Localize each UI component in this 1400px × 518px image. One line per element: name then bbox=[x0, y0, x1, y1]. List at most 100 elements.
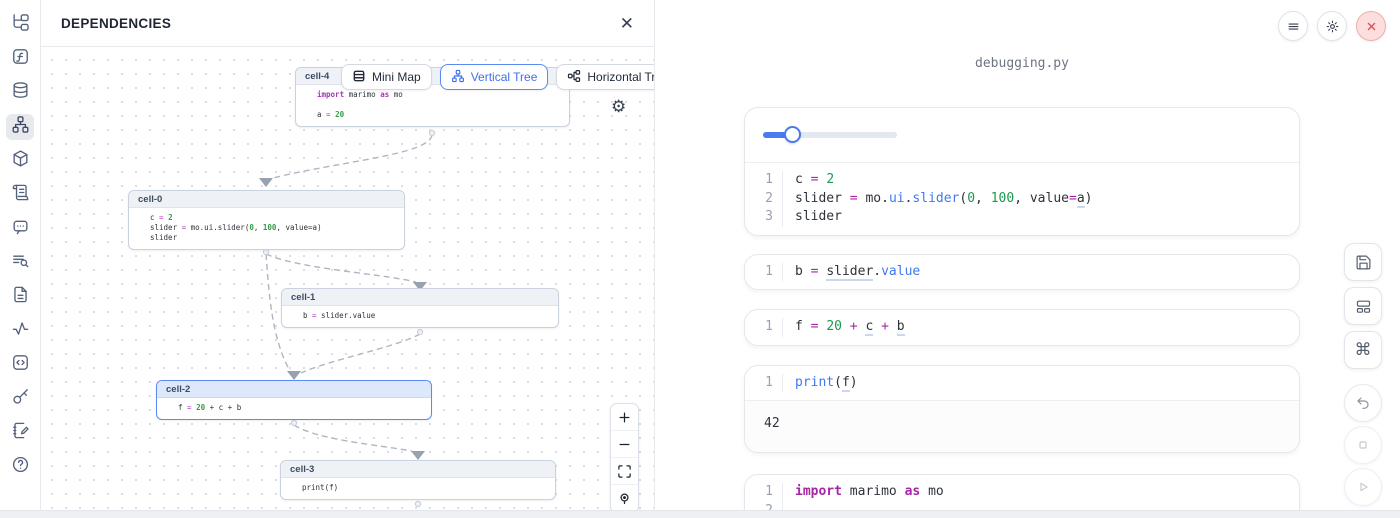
code-token: , value bbox=[1014, 191, 1069, 206]
code-editor[interactable]: 1c = 22slider = mo.ui.slider(0, 100, val… bbox=[745, 163, 1299, 235]
code-line: f = 20 + c + b bbox=[783, 318, 1299, 337]
code-token: slider bbox=[150, 223, 182, 232]
close-panel-icon[interactable]: ✕ bbox=[620, 15, 634, 32]
chat-bubble-icon bbox=[11, 217, 30, 241]
code-token: mo bbox=[858, 191, 881, 206]
document-icon bbox=[11, 285, 30, 309]
cell-b[interactable]: 1b = slider.value bbox=[744, 254, 1300, 291]
sidebar-item-documentation[interactable] bbox=[6, 284, 34, 310]
code-editor[interactable]: 1b = slider.value bbox=[745, 255, 1299, 290]
code-token: print bbox=[795, 375, 834, 390]
code-token: ( bbox=[834, 375, 842, 390]
code-token: + bbox=[881, 319, 889, 334]
code-token: 20 bbox=[196, 403, 205, 412]
code-token: b bbox=[303, 311, 312, 320]
code-token: mo.ui.slider( bbox=[186, 223, 249, 232]
code-token: , bbox=[254, 223, 263, 232]
graph-node-cell-1[interactable]: cell-1 b = slider.value bbox=[281, 288, 559, 328]
minimap-button[interactable]: Mini Map bbox=[341, 64, 432, 90]
sidebar-item-logs[interactable] bbox=[6, 182, 34, 208]
stop-button[interactable] bbox=[1344, 426, 1382, 464]
run-button[interactable] bbox=[1344, 468, 1382, 506]
zoom-in-button[interactable] bbox=[611, 404, 638, 431]
code-line: slider bbox=[783, 208, 1299, 227]
package-icon bbox=[11, 149, 30, 173]
graph-node-cell-0[interactable]: cell-0 c = 2slider = mo.ui.slider(0, 100… bbox=[128, 190, 405, 250]
sidebar-item-secrets[interactable] bbox=[6, 386, 34, 412]
sidebar-item-snippets[interactable] bbox=[6, 352, 34, 378]
fit-view-button[interactable] bbox=[611, 458, 638, 485]
play-icon bbox=[1355, 479, 1371, 495]
sidebar-item-dependencies[interactable] bbox=[6, 114, 34, 140]
function-icon bbox=[11, 47, 30, 71]
shortcuts-button[interactable]: ⌘ bbox=[1344, 331, 1382, 369]
graph-settings-icon[interactable]: ⚙ bbox=[611, 97, 626, 117]
sidebar-item-scratchpad[interactable] bbox=[6, 250, 34, 276]
graph-node-cell-3[interactable]: cell-3 print(f) bbox=[280, 460, 556, 500]
code-line: b = slider.value bbox=[783, 263, 1299, 282]
graph-zoom-controls bbox=[610, 403, 639, 513]
code-token: = bbox=[850, 191, 858, 206]
sidebar-item-data-sources[interactable] bbox=[6, 80, 34, 106]
marimo-app: DEPENDENCIES ✕ bbox=[0, 0, 1400, 518]
horizontal-tree-label: Horizontal Tree bbox=[587, 70, 654, 84]
code-token: . bbox=[881, 191, 889, 206]
bottom-scroll-strip[interactable] bbox=[0, 510, 1400, 518]
sidebar-item-tracing[interactable] bbox=[6, 318, 34, 344]
code-token: slider bbox=[826, 264, 873, 281]
dependencies-panel-header: DEPENDENCIES ✕ bbox=[41, 0, 654, 47]
code-editor[interactable]: 1print(f) bbox=[745, 366, 1299, 401]
vertical-tree-button[interactable]: Vertical Tree bbox=[440, 64, 549, 90]
code-token: print(f) bbox=[302, 483, 338, 492]
code-token: + bbox=[850, 319, 858, 334]
code-line: print(f) bbox=[783, 374, 1299, 393]
vertical-tree-label: Vertical Tree bbox=[471, 70, 538, 84]
zoom-out-button[interactable] bbox=[611, 431, 638, 458]
code-square-icon bbox=[11, 353, 30, 377]
code-token: mo bbox=[920, 484, 943, 499]
line-number: 1 bbox=[745, 263, 783, 282]
notebook-menu-button[interactable] bbox=[1278, 11, 1308, 41]
code-token: , bbox=[975, 191, 991, 206]
code-token: as bbox=[905, 484, 921, 499]
cell-print[interactable]: 1print(f) 42 bbox=[744, 365, 1300, 454]
code-token: + c + b bbox=[205, 403, 241, 412]
code-token bbox=[889, 319, 897, 334]
graph-node-title: cell-2 bbox=[157, 381, 431, 398]
code-line: c = 2 bbox=[783, 171, 1299, 190]
code-editor[interactable]: 1f = 20 + c + b bbox=[745, 310, 1299, 345]
code-token: f bbox=[842, 375, 850, 392]
code-token: b bbox=[795, 264, 811, 279]
cell-slider[interactable]: 1c = 22slider = mo.ui.slider(0, 100, val… bbox=[744, 107, 1300, 236]
layout-button[interactable] bbox=[1344, 287, 1382, 325]
shutdown-button[interactable] bbox=[1356, 11, 1386, 41]
sidebar-item-variables[interactable] bbox=[6, 46, 34, 72]
help-circle-icon bbox=[11, 455, 30, 479]
notebook-filename: debugging.py bbox=[744, 56, 1300, 71]
slider-thumb[interactable] bbox=[784, 126, 801, 143]
notebook-settings-button[interactable] bbox=[1317, 11, 1347, 41]
graph-node-cell-2[interactable]: cell-2 f = 20 + c + b bbox=[156, 380, 432, 420]
dependency-graph-canvas[interactable]: Mini Map Vertical Tree Horizontal Tree ⚙… bbox=[41, 47, 654, 518]
locate-node-button[interactable] bbox=[611, 485, 638, 512]
code-token: . bbox=[873, 264, 881, 279]
database-icon bbox=[11, 81, 30, 105]
slider-widget[interactable] bbox=[763, 126, 897, 144]
sidebar-item-chat[interactable] bbox=[6, 216, 34, 242]
horizontal-tree-icon bbox=[567, 69, 581, 86]
sidebar-item-file-explorer[interactable] bbox=[6, 12, 34, 38]
undo-button[interactable] bbox=[1344, 384, 1382, 422]
undo-icon bbox=[1355, 395, 1371, 411]
code-token: c bbox=[150, 213, 159, 222]
sidebar-item-help[interactable] bbox=[6, 454, 34, 480]
sidebar-item-outline[interactable] bbox=[6, 420, 34, 446]
code-token: marimo bbox=[344, 90, 380, 99]
sidebar-item-packages[interactable] bbox=[6, 148, 34, 174]
cells-column: 1c = 22slider = mo.ui.slider(0, 100, val… bbox=[744, 107, 1300, 518]
save-icon bbox=[1355, 254, 1372, 271]
save-button[interactable] bbox=[1344, 243, 1382, 281]
code-token: ) bbox=[1085, 191, 1093, 206]
code-line: import marimo as mo bbox=[305, 90, 560, 100]
horizontal-tree-button[interactable]: Horizontal Tree bbox=[556, 64, 654, 90]
cell-f[interactable]: 1f = 20 + c + b bbox=[744, 309, 1300, 346]
